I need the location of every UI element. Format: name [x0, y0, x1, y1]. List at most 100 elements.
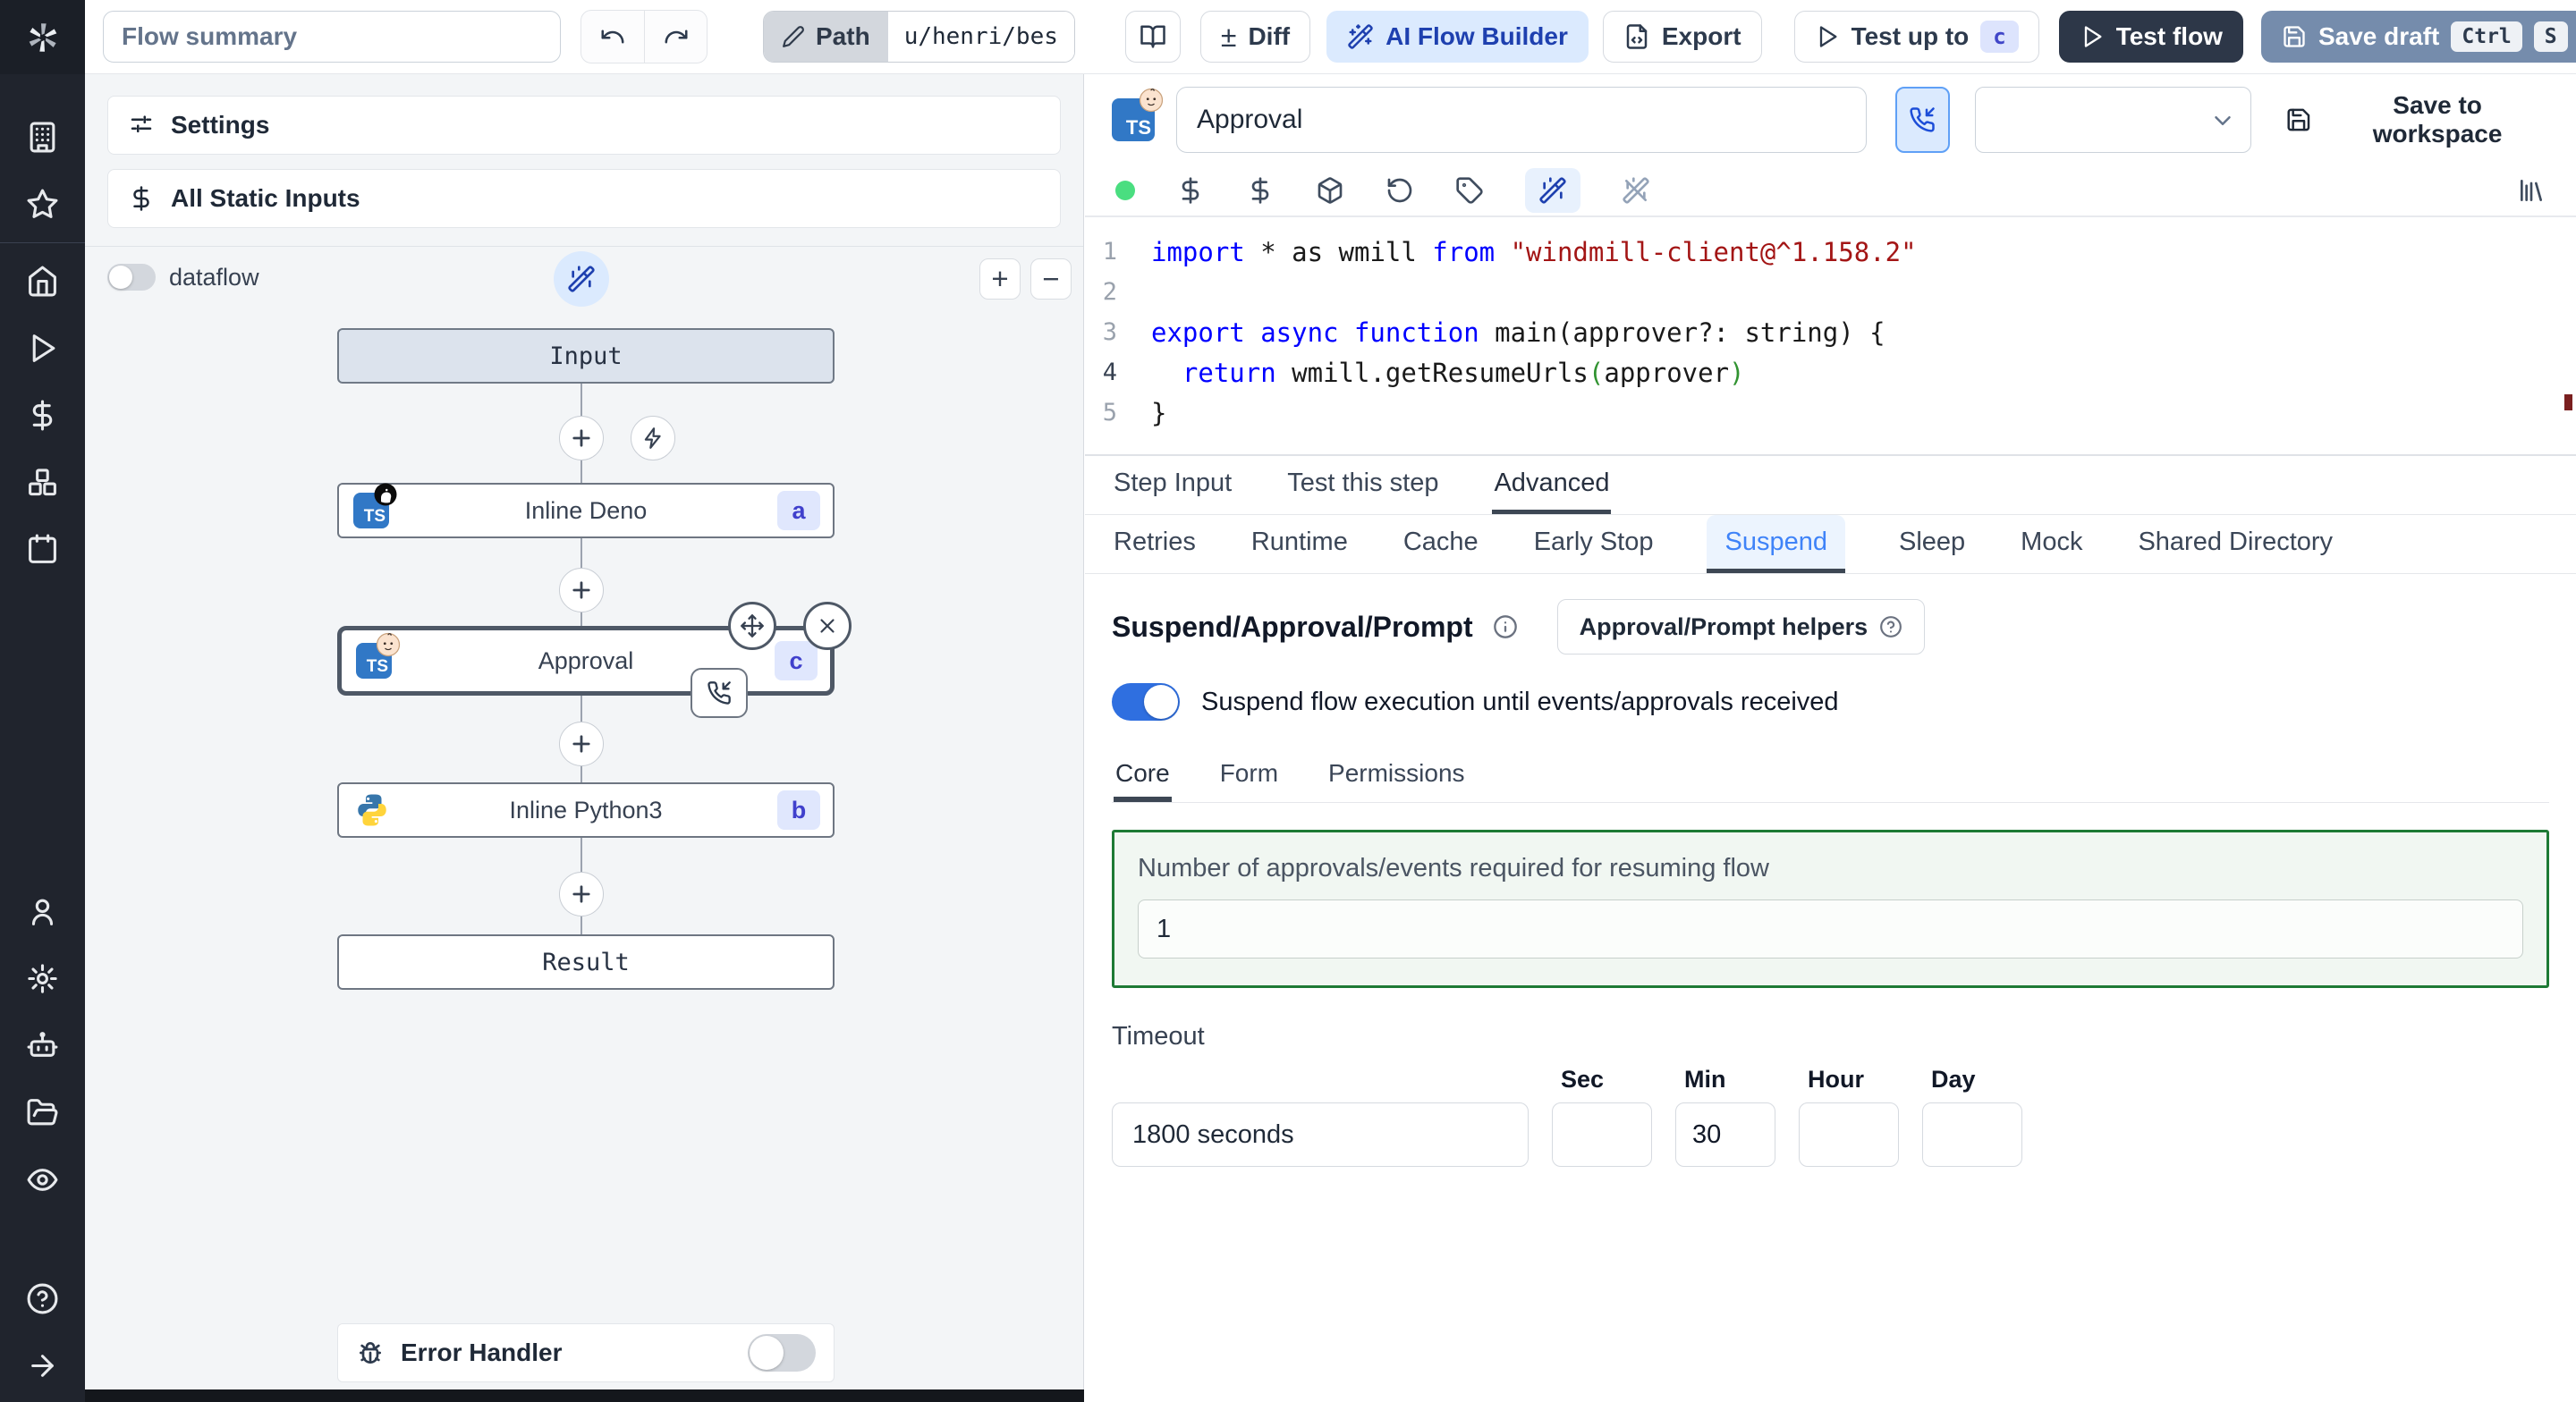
- error-handler-toggle[interactable]: [748, 1334, 816, 1372]
- wand-off-icon[interactable]: [1622, 176, 1650, 205]
- approvals-required-input[interactable]: [1138, 899, 2523, 959]
- line-number: 1: [1102, 238, 1117, 266]
- settings-gear-icon[interactable]: [26, 962, 59, 995]
- timeout-hour-input[interactable]: [1799, 1102, 1899, 1167]
- typescript-badge-icon: TS: [1112, 88, 1164, 141]
- code-line-4[interactable]: 4 return wmill.getResumeUrls(approver): [1085, 352, 2576, 393]
- expand-arrow-icon[interactable]: [26, 1349, 59, 1382]
- path-edit-button[interactable]: Path: [764, 12, 888, 62]
- tab-permissions[interactable]: Permissions: [1326, 749, 1466, 802]
- delete-node-button[interactable]: [803, 602, 852, 650]
- resources-boxes-icon[interactable]: [26, 466, 59, 499]
- move-node-handle[interactable]: [728, 602, 776, 650]
- tab-runtime[interactable]: Runtime: [1250, 515, 1350, 573]
- error-handler-card[interactable]: Error Handler: [337, 1323, 835, 1382]
- redo-icon: [665, 30, 687, 44]
- home-icon[interactable]: [26, 265, 59, 298]
- add-step-button[interactable]: [559, 722, 604, 766]
- code-line-3[interactable]: 3 export async function main(approver?: s…: [1085, 312, 2576, 352]
- approval-helpers-button[interactable]: Approval/Prompt helpers: [1556, 599, 1926, 655]
- code-line-2[interactable]: 2: [1085, 272, 2576, 312]
- tab-advanced[interactable]: Advanced: [1492, 456, 1612, 514]
- add-step-button[interactable]: [559, 568, 604, 612]
- approvals-required-box: Number of approvals/events required for …: [1112, 830, 2549, 988]
- save-draft-button[interactable]: Save draft Ctrl S: [2260, 11, 2576, 63]
- workers-robot-icon[interactable]: [26, 1029, 59, 1062]
- code-token: ): [1729, 357, 1745, 388]
- suspend-phone-badge[interactable]: [691, 668, 748, 718]
- timeout-day-input[interactable]: [1922, 1102, 2022, 1167]
- move-arrows-icon: [741, 614, 764, 638]
- audit-eye-icon[interactable]: [26, 1163, 59, 1196]
- rotate-reset-icon[interactable]: [1385, 176, 1414, 205]
- tab-core[interactable]: Core: [1114, 749, 1172, 802]
- dollar-sign-icon[interactable]: [1176, 176, 1205, 205]
- folders-icon[interactable]: [26, 1096, 59, 1129]
- tag-format-icon[interactable]: [1455, 176, 1484, 205]
- node-input[interactable]: Input: [337, 328, 835, 384]
- user-icon[interactable]: [26, 895, 59, 928]
- package-icon[interactable]: [1316, 176, 1344, 205]
- ai-assistant-button-active[interactable]: [1525, 168, 1580, 213]
- tab-mock[interactable]: Mock: [2019, 515, 2084, 573]
- save-to-workspace-button[interactable]: Save to workspace: [2285, 91, 2549, 148]
- code-token: main(approver?: string): [1479, 317, 1870, 348]
- star-icon[interactable]: [26, 188, 59, 221]
- variables-dollar-icon[interactable]: [26, 399, 59, 432]
- add-step-button[interactable]: [559, 416, 604, 460]
- runs-play-icon[interactable]: [26, 332, 59, 365]
- timeout-seconds-input[interactable]: [1112, 1102, 1529, 1167]
- docs-book-button[interactable]: [1124, 11, 1181, 63]
- path-value[interactable]: u/henri/bes: [887, 12, 1074, 62]
- tab-early-stop[interactable]: Early Stop: [1532, 515, 1656, 573]
- library-icon[interactable]: [2517, 176, 2546, 205]
- step-name-input[interactable]: [1176, 87, 1867, 153]
- redo-button[interactable]: [644, 11, 707, 63]
- info-icon[interactable]: [1493, 614, 1518, 639]
- approvals-required-label: Number of approvals/events required for …: [1138, 854, 1769, 883]
- timeout-sec-input[interactable]: [1552, 1102, 1652, 1167]
- diff-button[interactable]: ± Diff: [1199, 11, 1311, 63]
- tab-sleep[interactable]: Sleep: [1897, 515, 1967, 573]
- node-result[interactable]: Result: [337, 934, 835, 990]
- script-version-select[interactable]: [1975, 87, 2252, 153]
- export-button[interactable]: Export: [1602, 11, 1762, 63]
- suspend-indicator-button[interactable]: [1894, 87, 1951, 153]
- path-label: Path: [816, 22, 870, 50]
- schedules-calendar-icon[interactable]: [26, 533, 59, 566]
- tab-cache[interactable]: Cache: [1402, 515, 1480, 573]
- tab-suspend[interactable]: Suspend: [1707, 515, 1845, 573]
- node-inline-deno[interactable]: TS Inline Deno a: [337, 483, 835, 538]
- ai-flow-builder-button[interactable]: AI Flow Builder: [1326, 11, 1589, 63]
- node-inline-python[interactable]: Inline Python3 b: [337, 782, 835, 838]
- tab-test-this-step[interactable]: Test this step: [1285, 456, 1440, 514]
- dollar-sign-icon[interactable]: [1246, 176, 1275, 205]
- building-icon[interactable]: [26, 121, 59, 154]
- tab-retries[interactable]: Retries: [1112, 515, 1198, 573]
- add-step-button[interactable]: [559, 872, 604, 916]
- code-line-5[interactable]: 5}: [1085, 393, 2576, 433]
- windmill-logo[interactable]: [0, 0, 85, 74]
- tab-step-input[interactable]: Step Input: [1112, 456, 1233, 514]
- test-flow-button[interactable]: Test flow: [2058, 11, 2243, 63]
- suspend-settings: Suspend/Approval/Prompt Approval/Prompt …: [1085, 574, 2576, 1192]
- flow-graph-canvas: Input TS Inline Deno a TS Approval c Inl…: [85, 74, 1083, 1402]
- editor-toolbar: [1085, 165, 2576, 217]
- tab-form[interactable]: Form: [1218, 749, 1280, 802]
- code-line-1[interactable]: 1 import * as wmill from "windmill-client…: [1085, 232, 2576, 272]
- undo-button[interactable]: [581, 11, 644, 63]
- help-icon[interactable]: [26, 1282, 59, 1315]
- code-token: * as wmill: [1244, 236, 1433, 267]
- code-editor[interactable]: 1 import * as wmill from "windmill-client…: [1085, 217, 2576, 456]
- step-id-badge: b: [777, 790, 820, 830]
- add-trigger-button[interactable]: [631, 416, 675, 460]
- code-token: }: [1151, 397, 1167, 428]
- test-up-to-button[interactable]: Test up to c: [1793, 11, 2039, 63]
- node-approval-selected[interactable]: TS Approval c: [337, 602, 852, 718]
- lsp-status-dot-icon: [1115, 181, 1135, 200]
- tab-shared-directory[interactable]: Shared Directory: [2136, 515, 2334, 573]
- plus-icon: [572, 429, 590, 447]
- timeout-min-input[interactable]: [1675, 1102, 1775, 1167]
- suspend-enable-toggle[interactable]: [1112, 683, 1180, 721]
- flow-summary-input[interactable]: [103, 11, 561, 63]
